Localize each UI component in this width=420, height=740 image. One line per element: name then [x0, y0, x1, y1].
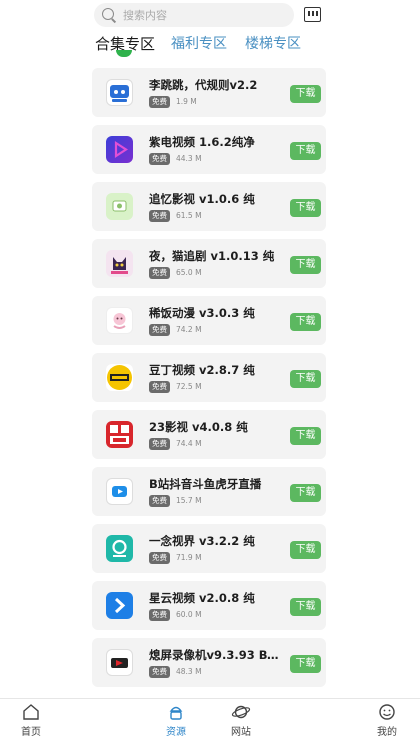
download-button[interactable]: 下载	[290, 541, 321, 559]
download-button[interactable]: 下载	[290, 142, 321, 160]
app-size: 1.9 M	[176, 97, 197, 106]
list-item[interactable]: 紫电视频 1.6.2纯净 免费 44.3 M 下载	[92, 125, 326, 174]
list-item[interactable]: B站抖音斗鱼虎牙直播 免费 15.7 M 下载	[92, 467, 326, 516]
list-item[interactable]: 星云视频 v2.0.8 纯 免费 60.0 M 下载	[92, 581, 326, 630]
app-name: 夜，猫追剧 v1.0.13 纯	[149, 249, 275, 263]
nav-websites[interactable]: 网站	[216, 703, 266, 738]
zidian-video-icon	[106, 136, 133, 163]
free-badge: 免费	[149, 324, 170, 336]
night-cat-icon	[106, 250, 133, 277]
app-size: 61.5 M	[176, 211, 202, 220]
scan-icon[interactable]	[304, 7, 321, 22]
tab-welfare[interactable]: 福利专区	[171, 33, 227, 53]
planet-icon	[231, 703, 251, 721]
app-size: 72.5 M	[176, 382, 202, 391]
free-badge: 免费	[149, 666, 170, 678]
app-name: 熄屏录像机v9.3.93 BVR高级版	[149, 648, 283, 662]
download-button[interactable]: 下载	[290, 256, 321, 274]
app-name: 李跳跳，代规则v2.2	[149, 78, 258, 92]
list-item[interactable]: 豆丁视频 v2.8.7 纯 免费 72.5 M 下载	[92, 353, 326, 402]
screen-recorder-icon	[106, 649, 133, 676]
top-bar	[0, 0, 420, 30]
nav-resources[interactable]: 资源	[151, 703, 201, 738]
xifan-anime-icon	[106, 307, 133, 334]
app-size: 44.3 M	[176, 154, 202, 163]
list-item[interactable]: 稀饭动漫 v3.0.3 纯 免费 74.2 M 下载	[92, 296, 326, 345]
douding-video-icon	[106, 364, 133, 391]
nav-label: 首页	[21, 727, 41, 738]
app-size: 48.3 M	[176, 667, 202, 676]
free-badge: 免费	[149, 552, 170, 564]
bottom-nav: 首页 资源 网站 我的	[0, 698, 420, 740]
list-item[interactable]: 23影视 v4.0.8 纯 免费 74.4 M 下载	[92, 410, 326, 459]
app-name: B站抖音斗鱼虎牙直播	[149, 477, 262, 491]
app-name: 一念视界 v3.2.2 纯	[149, 534, 255, 548]
list-item[interactable]: 一念视界 v3.2.2 纯 免费 71.9 M 下载	[92, 524, 326, 573]
smile-icon	[377, 703, 397, 721]
xingyun-video-icon	[106, 592, 133, 619]
android-icon	[166, 703, 186, 721]
app-name: 紫电视频 1.6.2纯净	[149, 135, 255, 149]
app-size: 65.0 M	[176, 268, 202, 277]
download-button[interactable]: 下载	[290, 85, 321, 103]
download-button[interactable]: 下载	[290, 655, 321, 673]
tab-ladder[interactable]: 楼梯专区	[245, 33, 301, 53]
app-name: 豆丁视频 v2.8.7 纯	[149, 363, 255, 377]
search-box[interactable]	[94, 3, 294, 27]
download-button[interactable]: 下载	[290, 313, 321, 331]
yinian-icon	[106, 535, 133, 562]
app-size: 60.0 M	[176, 610, 202, 619]
live-play-icon	[106, 478, 133, 505]
download-button[interactable]: 下载	[290, 199, 321, 217]
app-size: 15.7 M	[176, 496, 202, 505]
app-name: 23影视 v4.0.8 纯	[149, 420, 248, 434]
free-badge: 免费	[149, 495, 170, 507]
free-badge: 免费	[149, 210, 170, 222]
nav-label: 网站	[231, 727, 251, 738]
list-item[interactable]: 熄屏录像机v9.3.93 BVR高级版 免费 48.3 M 下载	[92, 638, 326, 687]
app-size: 71.9 M	[176, 553, 202, 562]
download-button[interactable]: 下载	[290, 427, 321, 445]
free-badge: 免费	[149, 153, 170, 165]
search-input[interactable]	[123, 8, 283, 22]
list-item[interactable]: 夜，猫追剧 v1.0.13 纯 免费 65.0 M 下载	[92, 239, 326, 288]
app-name: 稀饭动漫 v3.0.3 纯	[149, 306, 255, 320]
free-badge: 免费	[149, 267, 170, 279]
nav-profile[interactable]: 我的	[362, 703, 412, 738]
search-icon	[101, 7, 117, 23]
app-size: 74.2 M	[176, 325, 202, 334]
23-tv-icon	[106, 421, 133, 448]
nav-label: 我的	[377, 727, 397, 738]
download-button[interactable]: 下载	[290, 484, 321, 502]
li-tiaotiao-icon	[106, 79, 133, 106]
free-badge: 免费	[149, 381, 170, 393]
list-item[interactable]: 追忆影视 v1.0.6 纯 免费 61.5 M 下载	[92, 182, 326, 231]
category-tabs: 合集专区 福利专区 楼梯专区	[0, 33, 420, 59]
zhuiyi-video-icon	[106, 193, 133, 220]
free-badge: 免费	[149, 609, 170, 621]
app-name: 追忆影视 v1.0.6 纯	[149, 192, 255, 206]
nav-label: 资源	[166, 727, 186, 738]
app-name: 星云视频 v2.0.8 纯	[149, 591, 255, 605]
list-item[interactable]: 李跳跳，代规则v2.2 免费 1.9 M 下载	[92, 68, 326, 117]
download-button[interactable]: 下载	[290, 370, 321, 388]
free-badge: 免费	[149, 96, 170, 108]
home-icon	[21, 703, 41, 721]
nav-home[interactable]: 首页	[6, 703, 56, 738]
free-badge: 免费	[149, 438, 170, 450]
app-size: 74.4 M	[176, 439, 202, 448]
download-button[interactable]: 下载	[290, 598, 321, 616]
